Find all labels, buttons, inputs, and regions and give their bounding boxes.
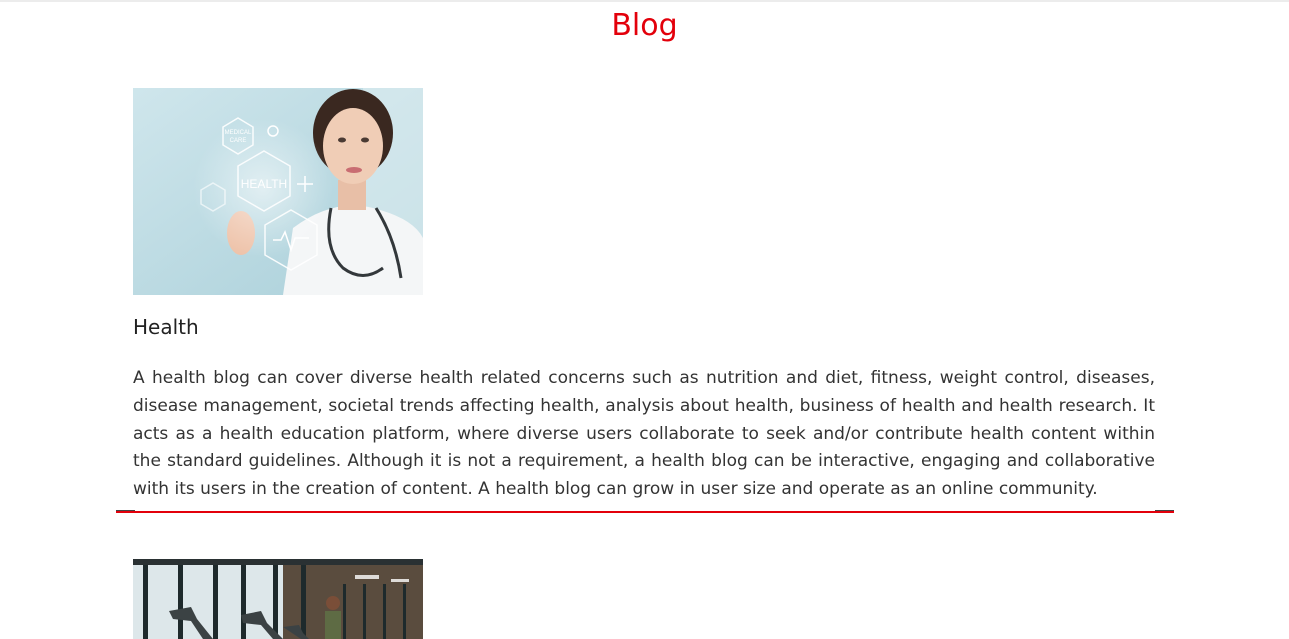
post-divider <box>116 510 1174 513</box>
post-image-fitness[interactable] <box>133 559 423 639</box>
svg-text:CARE: CARE <box>230 138 247 144</box>
top-border <box>0 0 1289 2</box>
health-illustration: HEALTH MEDICAL CARE <box>133 88 423 295</box>
blog-post-health: HEALTH MEDICAL CARE Health A health blog… <box>133 88 1155 504</box>
blog-post-fitness <box>133 559 1155 639</box>
gym-treadmill-photo <box>133 559 423 639</box>
svg-text:MEDICAL: MEDICAL <box>225 130 252 136</box>
svg-text:HEALTH: HEALTH <box>241 177 287 191</box>
post-title[interactable]: Health <box>133 314 1155 340</box>
page-title: Blog <box>611 8 678 43</box>
post-image-health[interactable]: HEALTH MEDICAL CARE <box>133 88 423 295</box>
post-body: A health blog can cover diverse health r… <box>133 368 1155 500</box>
